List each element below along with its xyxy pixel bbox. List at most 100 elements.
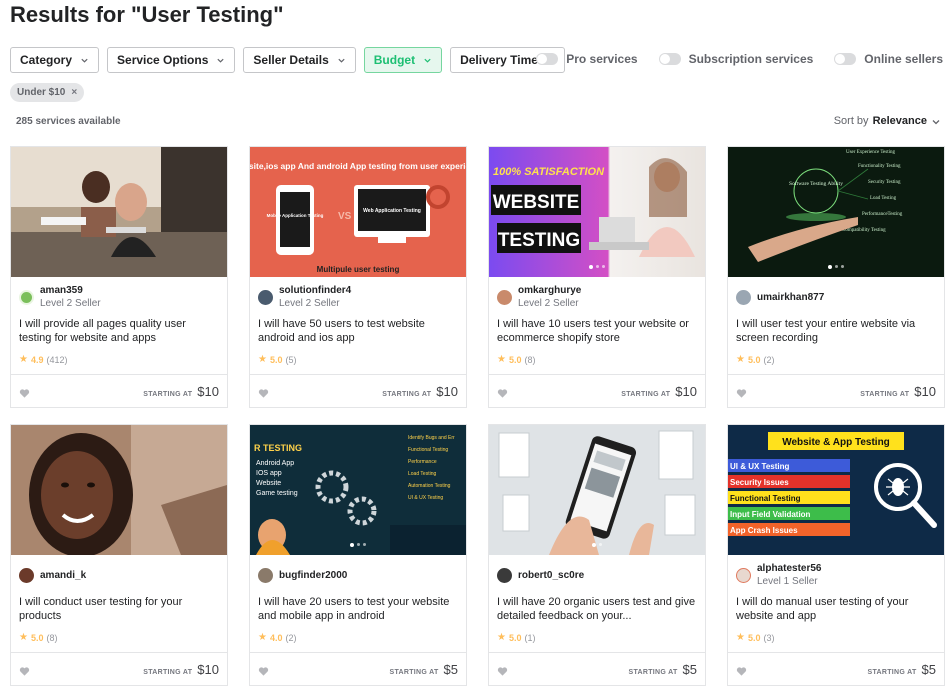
- card-footer: STARTING AT $10: [728, 374, 944, 407]
- carousel-dots[interactable]: [592, 543, 602, 547]
- gig-card[interactable]: robert0_sc0re I will have 20 organic use…: [488, 424, 706, 686]
- gig-title[interactable]: I will conduct user testing for your pro…: [19, 595, 219, 623]
- rating-count: (412): [46, 354, 68, 365]
- rating: ★ 5.0 (8): [19, 632, 57, 643]
- price: STARTING AT $5: [389, 662, 458, 677]
- gig-card[interactable]: Website & App Testing UI & UX Testing Se…: [727, 424, 945, 686]
- chevron-down-icon: [80, 56, 89, 65]
- toggle-online-sellers[interactable]: Online sellers: [834, 52, 943, 66]
- thumb-line1: WEBSITE: [493, 192, 580, 213]
- thumb-title: Website,ios app And android App testing …: [250, 161, 466, 171]
- gig-thumbnail[interactable]: Website & App Testing UI & UX Testing Se…: [728, 425, 944, 555]
- gig-card[interactable]: 100% SATISFACTION WEBSITE TESTING omkarg…: [488, 146, 706, 408]
- price-label: STARTING AT: [382, 390, 432, 398]
- star-icon: ★: [19, 354, 28, 365]
- rating-count: (5): [285, 354, 297, 365]
- seller-info[interactable]: umairkhan877: [736, 290, 824, 305]
- rating: ★ 5.0 (3): [736, 632, 774, 643]
- toggle-label: Pro services: [566, 52, 638, 66]
- gig-title[interactable]: I will have 20 users to test your websit…: [258, 595, 458, 623]
- heart-icon[interactable]: [19, 664, 30, 676]
- filter-budget[interactable]: Budget: [363, 47, 443, 73]
- gig-title[interactable]: I will user test your entire website via…: [736, 317, 936, 345]
- rating-score: 5.0: [747, 632, 761, 643]
- gig-thumbnail[interactable]: [489, 425, 705, 555]
- heart-icon[interactable]: [258, 386, 269, 398]
- gig-title[interactable]: I will have 20 organic users test and gi…: [497, 595, 697, 623]
- avatar: [736, 567, 751, 583]
- gig-thumbnail[interactable]: [11, 425, 227, 555]
- seller-name[interactable]: aman359: [40, 285, 101, 296]
- gig-thumbnail[interactable]: [11, 147, 227, 277]
- seller-info[interactable]: omkarghurye Level 2 Seller: [497, 285, 581, 309]
- price-label: STARTING AT: [621, 390, 671, 398]
- gig-card[interactable]: Website,ios app And android App testing …: [249, 146, 467, 408]
- gig-card[interactable]: Software Testing Ability User Experience…: [727, 146, 945, 408]
- carousel-dots[interactable]: [828, 265, 844, 269]
- seller-level: Level 2 Seller: [40, 298, 101, 309]
- filter-category[interactable]: Category: [10, 47, 100, 73]
- price: STARTING AT $10: [143, 384, 219, 399]
- thumb-list: Website: [256, 480, 281, 487]
- toggle-switch[interactable]: [536, 53, 559, 65]
- gig-thumbnail[interactable]: R TESTING Android App IOS app Website Ga…: [250, 425, 466, 555]
- gig-title[interactable]: I will have 50 users to test website and…: [258, 317, 458, 345]
- filter-service-options[interactable]: Service Options: [107, 47, 236, 73]
- seller-name[interactable]: amandi_k: [40, 570, 86, 581]
- seller-name[interactable]: alphatester56: [757, 563, 821, 574]
- thumb-list: IOS app: [256, 470, 282, 477]
- heart-icon[interactable]: [497, 386, 508, 398]
- gig-card[interactable]: aman359 Level 2 Seller I will provide all…: [10, 146, 228, 408]
- seller-name[interactable]: solutionfinder4: [279, 285, 351, 296]
- seller-info[interactable]: solutionfinder4 Level 2 Seller: [258, 285, 351, 309]
- toggle-switch[interactable]: [658, 53, 681, 65]
- heart-icon[interactable]: [497, 664, 508, 676]
- sort-dropdown[interactable]: Sort by Relevance: [834, 115, 940, 127]
- gig-thumbnail[interactable]: Software Testing Ability User Experience…: [728, 147, 944, 277]
- seller-name[interactable]: omkarghurye: [518, 285, 581, 296]
- rating: ★ 5.0 (2): [736, 354, 774, 365]
- toggle-subscription-services[interactable]: Subscription services: [658, 52, 813, 66]
- price-amount: $5: [682, 661, 697, 677]
- rating-count: (2): [763, 354, 775, 365]
- seller-info[interactable]: aman359 Level 2 Seller: [19, 285, 101, 309]
- seller-info[interactable]: amandi_k: [19, 568, 86, 583]
- price-label: STARTING AT: [867, 668, 917, 676]
- filter-label: Budget: [373, 53, 416, 67]
- filter-seller-details[interactable]: Seller Details: [243, 47, 356, 73]
- toggle-pro-services[interactable]: Pro services: [536, 52, 638, 66]
- heart-icon[interactable]: [736, 386, 747, 398]
- close-icon[interactable]: ×: [71, 87, 77, 98]
- gig-title[interactable]: I will have 10 users test your website o…: [497, 317, 697, 345]
- card-footer: STARTING AT $5: [728, 652, 944, 685]
- seller-info[interactable]: alphatester56 Level 1 Seller: [736, 563, 821, 587]
- price-label: STARTING AT: [389, 668, 439, 676]
- seller-info[interactable]: bugfinder2000: [258, 568, 347, 583]
- thumb-left: Mobile Application Testing: [267, 213, 324, 218]
- gig-thumbnail[interactable]: Website,ios app And android App testing …: [250, 147, 466, 277]
- avatar: [258, 568, 273, 583]
- thumb-bottom: Multipule user testing: [317, 265, 400, 274]
- seller-name[interactable]: umairkhan877: [757, 292, 824, 303]
- heart-icon[interactable]: [19, 386, 30, 398]
- thumb-right: Functional Testing: [408, 447, 448, 453]
- thumb-item: UI & UX Testing: [730, 462, 790, 471]
- carousel-dots[interactable]: [350, 543, 366, 547]
- heart-icon[interactable]: [258, 664, 269, 676]
- gig-thumbnail[interactable]: 100% SATISFACTION WEBSITE TESTING: [489, 147, 705, 277]
- gig-card[interactable]: R TESTING Android App IOS app Website Ga…: [249, 424, 467, 686]
- seller-name[interactable]: robert0_sc0re: [518, 570, 584, 581]
- seller-level: Level 2 Seller: [518, 298, 579, 309]
- rating: ★ 4.9 (412): [19, 354, 68, 365]
- gig-title[interactable]: I will provide all pages quality user te…: [19, 317, 219, 345]
- thumb-item: Functional Testing: [730, 494, 801, 503]
- seller-info[interactable]: robert0_sc0re: [497, 568, 584, 583]
- gig-card[interactable]: amandi_k I will conduct user testing for…: [10, 424, 228, 686]
- avatar: [736, 290, 751, 305]
- heart-icon[interactable]: [736, 664, 747, 676]
- price: STARTING AT $5: [628, 662, 697, 677]
- seller-name[interactable]: bugfinder2000: [279, 570, 347, 581]
- toggle-switch[interactable]: [834, 53, 857, 65]
- gig-title[interactable]: I will do manual user testing of your we…: [736, 595, 936, 623]
- carousel-dots[interactable]: [589, 265, 605, 269]
